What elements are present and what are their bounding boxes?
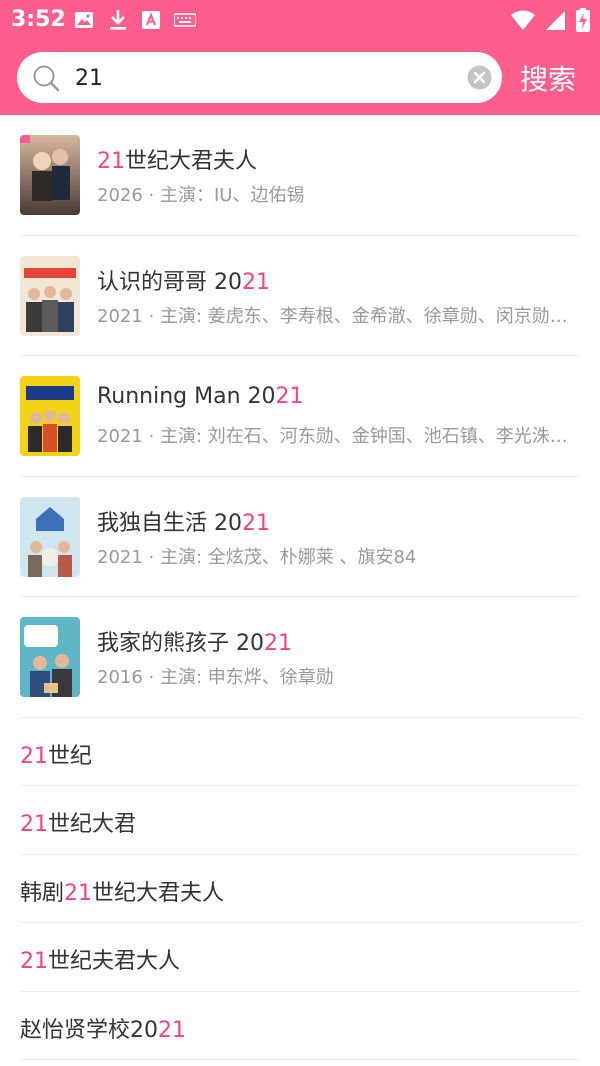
highlight-match: 21 [20, 949, 48, 975]
download-icon [110, 10, 126, 30]
highlight-match: 21 [242, 269, 270, 295]
highlight-match: 21 [242, 510, 270, 536]
suggestion-item[interactable]: 韩剧21世纪大君夫人 [0, 855, 600, 924]
suggestion-list: 21世纪 21世纪大君 韩剧21世纪大君夫人 21世纪夫君大人 赵怡贤学校202… [0, 718, 600, 1060]
result-meta: 2016 · 主演: 申东烨、徐章勋 [97, 667, 334, 688]
suggestion-item[interactable]: 21世纪夫君大人 [0, 923, 600, 992]
a-badge-icon [142, 11, 160, 29]
poster-image [20, 376, 80, 456]
result-item[interactable]: 21世纪大君夫人 2026 · 主演：IU、边佑锡 [0, 115, 600, 236]
poster-image [20, 617, 80, 697]
suggestion-text: 赵怡贤学校2021 [20, 1012, 186, 1044]
title-text: 世纪大君夫人 [125, 149, 258, 174]
result-item[interactable]: 我独自生活 2021 2021 · 主演: 全炫茂、朴娜莱 、旗安84 [0, 477, 600, 597]
notification-icons [74, 9, 196, 31]
battery-charging-icon [576, 8, 590, 32]
poster-image [20, 496, 80, 577]
suggestion-text: 韩剧21世纪大君夫人 [20, 875, 224, 907]
result-title: 我家的熊孩子 2021 [97, 625, 292, 657]
result-title: 我独自生活 2021 [97, 505, 270, 537]
wifi-icon [511, 10, 535, 30]
result-title: Running Man 2021 [97, 384, 304, 409]
keyboard-icon [174, 13, 196, 27]
search-button[interactable]: 搜索 [520, 58, 576, 98]
divider [20, 1058, 580, 1060]
result-item[interactable]: 认识的哥哥 2021 2021 · 主演: 姜虎东、李寿根、金希澈、徐章勋、闵京… [0, 236, 600, 356]
result-title: 21世纪大君夫人 [97, 143, 257, 175]
search-bar[interactable] [17, 52, 502, 103]
highlight-match: 21 [158, 1017, 186, 1043]
search-result-list: 21世纪大君夫人 2026 · 主演：IU、边佑锡 认识的哥哥 2021 202… [0, 115, 600, 718]
suggestion-text: 21世纪大君 [20, 806, 136, 838]
result-title: 认识的哥哥 2021 [97, 264, 270, 296]
suggestion-text: 21世纪 [20, 738, 92, 770]
suggestion-prefix: 韩剧 [20, 880, 65, 906]
result-meta: 2021 · 主演: 刘在石、河东勋、金钟国、池石镇、李光洙、宋智孝 [97, 426, 582, 447]
highlight-match: 21 [64, 880, 93, 906]
highlight-match: 21 [275, 384, 304, 409]
title-text: 我家的熊孩子 20 [97, 631, 264, 656]
result-item[interactable]: 我家的熊孩子 2021 2016 · 主演: 申东烨、徐章勋 [0, 597, 600, 718]
system-icons [510, 8, 590, 32]
result-meta: 2021 · 主演: 全炫茂、朴娜莱 、旗安84 [97, 546, 417, 568]
suggestion-suffix: 世纪大君夫人 [92, 880, 225, 906]
result-meta: 2021 · 主演: 姜虎东、李寿根、金希澈、徐章勋、闵京勋、李相旻 [97, 305, 582, 327]
suggestion-item[interactable]: 21世纪 [0, 718, 600, 787]
result-meta: 2026 · 主演：IU、边佑锡 [97, 185, 305, 206]
clear-icon[interactable] [467, 65, 492, 90]
app-header: 3:52 21 搜索 [0, 0, 600, 115]
poster-image [20, 135, 80, 215]
status-time: 3:52 [11, 7, 66, 32]
suggestion-suffix: 世纪夫君大人 [48, 949, 181, 975]
result-item[interactable]: Running Man 2021 2021 · 主演: 刘在石、河东勋、金钟国、… [0, 356, 600, 477]
suggestion-prefix: 赵怡贤学校20 [20, 1017, 158, 1043]
highlight-match: 21 [20, 744, 48, 769]
suggestion-text: 21世纪夫君大人 [20, 943, 180, 975]
search-input[interactable] [75, 62, 465, 94]
status-bar: 3:52 [0, 0, 600, 40]
suggestion-suffix: 世纪大君 [48, 812, 137, 838]
title-text: 认识的哥哥 20 [97, 269, 242, 295]
search-icon [33, 65, 60, 92]
poster-image [20, 255, 80, 336]
title-text: 我独自生活 20 [97, 510, 242, 536]
suggestion-item[interactable]: 赵怡贤学校2021 [0, 992, 600, 1060]
title-text: Running Man 20 [97, 384, 276, 409]
suggestion-suffix: 世纪 [48, 744, 93, 769]
image-icon [75, 12, 93, 28]
suggestion-item[interactable]: 21世纪大君 [0, 786, 600, 855]
highlight-match: 21 [20, 812, 48, 838]
highlight-match: 21 [264, 631, 292, 656]
signal-icon [546, 11, 565, 30]
highlight-match: 21 [97, 149, 125, 174]
